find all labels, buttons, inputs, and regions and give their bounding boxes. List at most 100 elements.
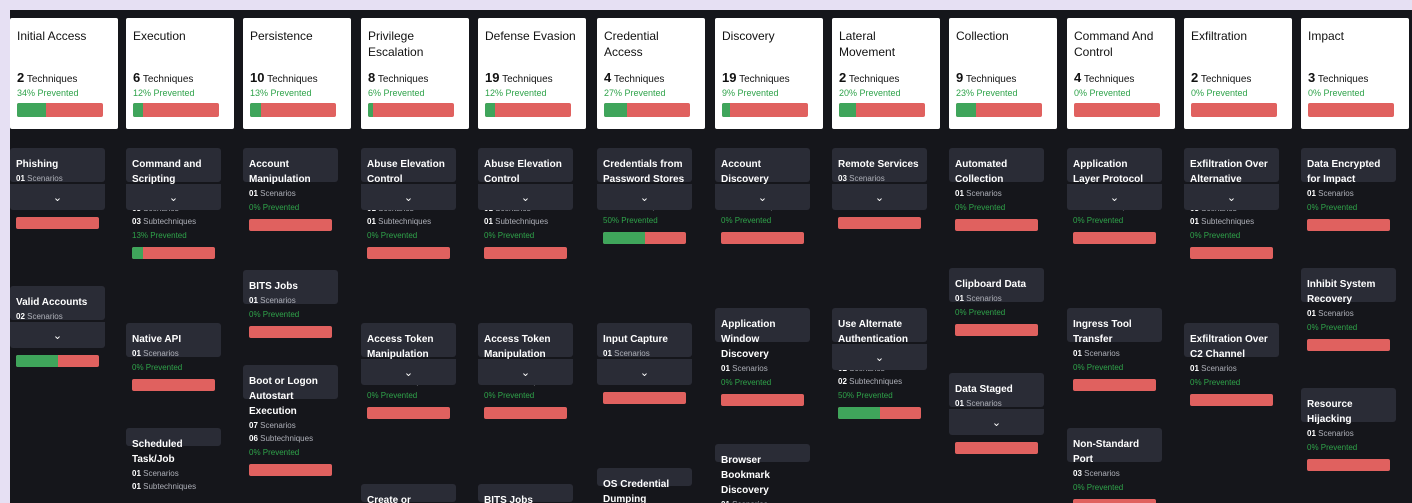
expand-subtechniques-button[interactable]: ⌄ [597, 184, 692, 210]
technique-card[interactable]: Ingress Tool Transfer 01 Scenarios 0% Prev… [1067, 308, 1162, 391]
technique-card[interactable]: Account Manipulation 01 Scenarios 0% Preve… [243, 148, 338, 231]
subtechnique-count-number: 01 [484, 217, 493, 226]
expand-subtechniques-button[interactable]: ⌄ [361, 184, 456, 210]
scenario-count-number: 01 [1307, 189, 1316, 198]
technique-card[interactable]: Resource Hijacking 01 Scenarios 0% Prevent… [1301, 388, 1396, 471]
technique-card[interactable]: Command and Scripting Interpreter65 Scen… [126, 148, 221, 259]
technique-card[interactable]: Application Layer Protocol02 Scenarios01… [1067, 148, 1162, 244]
prevention-bar-fill [603, 232, 645, 244]
technique-count-number: 19 [485, 70, 500, 85]
tactic-header[interactable]: Initial Access 2 Techniques 34% Prevented [10, 18, 118, 129]
technique-card[interactable]: Scheduled Task/Job 01 Scenarios 01 Subtech… [126, 428, 221, 491]
prevention-bar [249, 326, 332, 338]
technique-title: Input Capture [603, 334, 668, 345]
prevented-rate: 0% Prevented [1073, 216, 1124, 225]
expand-subtechniques-button[interactable]: ⌄ [597, 359, 692, 385]
tactic-column: Persistence 10 Techniques 13% Prevented Acc… [243, 18, 351, 476]
technique-title: Account Manipulation [249, 159, 311, 185]
expand-subtechniques-button[interactable]: ⌄ [1067, 184, 1162, 210]
tactic-name: Privilege Escalation [368, 29, 424, 59]
expand-subtechniques-button[interactable]: ⌄ [832, 184, 927, 210]
expand-subtechniques-button[interactable]: ⌄ [10, 322, 105, 348]
technique-card[interactable]: Create or [361, 484, 456, 503]
scenario-count-label: Scenarios [27, 312, 63, 321]
prevented-rate: 0% Prevented [1190, 231, 1241, 240]
technique-count-unit: Techniques [502, 74, 553, 85]
technique-title: Account Discovery [721, 159, 769, 185]
prevented-rate: 0% Prevented [249, 310, 300, 319]
technique-card[interactable]: Exfiltration Over C2 Channel 01 Scenarios… [1184, 323, 1279, 406]
prevention-bar [838, 407, 921, 419]
tactic-header[interactable]: Exfiltration 2 Techniques 0% Prevented [1184, 18, 1292, 129]
tactic-header[interactable]: Credential Access 4 Techniques 27% Prevent… [597, 18, 705, 129]
chevron-down-icon: ⌄ [1109, 191, 1120, 204]
technique-count: 2 Techniques [17, 70, 111, 85]
tactic-header[interactable]: Collection 9 Techniques 23% Prevented [949, 18, 1057, 129]
technique-title: Application Window Discovery [721, 319, 776, 360]
expand-subtechniques-button[interactable]: ⌄ [10, 184, 105, 210]
technique-card[interactable]: Abuse Elevation Control Mechanism01 Scen… [361, 148, 456, 259]
tactic-header[interactable]: Discovery 19 Techniques 9% Prevented [715, 18, 823, 129]
scenario-count-number: 01 [1073, 349, 1082, 358]
tactic-header[interactable]: Privilege Escalation 8 Techniques 6% Preve… [361, 18, 469, 129]
prevention-bar [603, 392, 686, 404]
technique-card[interactable]: Access Token Manipulation01 Scenarios01 … [361, 323, 456, 419]
technique-card[interactable]: Automated Collection 01 Scenarios 0% Preve… [949, 148, 1044, 231]
technique-card[interactable]: Abuse Elevation Control Mechanism01 Scen… [478, 148, 573, 259]
prevented-rate: 0% Prevented [1307, 323, 1358, 332]
technique-card[interactable]: Inhibit System Recovery 01 Scenarios 0% Pr… [1301, 268, 1396, 351]
technique-count-number: 2 [17, 70, 25, 85]
technique-card[interactable]: Native API 01 Scenarios 0% Prevented [126, 323, 221, 391]
technique-card[interactable]: Clipboard Data 01 Scenarios 0% Prevented [949, 268, 1044, 336]
tactic-name: Impact [1308, 29, 1345, 43]
prevention-bar-fill [368, 103, 374, 117]
expand-subtechniques-button[interactable]: ⌄ [1184, 184, 1279, 210]
technique-count-unit: Techniques [1317, 74, 1369, 85]
scenario-count-number: 01 [16, 174, 25, 183]
prevented-rate: 23% Prevented [956, 88, 1018, 98]
technique-count: 9 Techniques [956, 70, 1050, 85]
prevented-rate: 0% Prevented [1191, 88, 1248, 98]
technique-card[interactable]: Valid Accounts02 Scenarios02 Subtechniqu… [10, 286, 105, 367]
prevention-bar [16, 355, 99, 367]
technique-card[interactable]: Account Discovery03 Scenarios02 Subtechn… [715, 148, 810, 244]
expand-subtechniques-button[interactable]: ⌄ [832, 344, 927, 370]
tactic-header[interactable]: Impact 3 Techniques 0% Prevented [1301, 18, 1409, 129]
technique-card[interactable]: BITS Jobs 01 Scenarios 0% Prevented [243, 270, 338, 338]
technique-card[interactable]: Boot or Logon Autostart Execution 07 Scen… [243, 365, 338, 476]
technique-card[interactable]: Use Alternate Authentication Material02 … [832, 308, 927, 419]
technique-title: Automated Collection [955, 159, 1008, 185]
expand-subtechniques-button[interactable]: ⌄ [715, 184, 810, 210]
tactic-header[interactable]: Execution 6 Techniques 12% Prevented [126, 18, 234, 129]
tactic-header[interactable]: Defense Evasion 19 Techniques 12% Prevente… [478, 18, 586, 129]
tactic-header[interactable]: Command And Control 4 Techniques 0% Preven… [1067, 18, 1175, 129]
technique-card[interactable]: BITS Jobs [478, 484, 573, 503]
scenario-count: 01 Scenarios [132, 467, 215, 480]
technique-card[interactable]: Browser Bookmark Discovery 01 Scenarios [715, 444, 810, 503]
technique-card[interactable]: Application Window Discovery 01 Scenarios… [715, 308, 810, 406]
technique-card[interactable]: Phishing01 Scenarios01 Subtechniques0% P… [10, 148, 105, 229]
technique-card[interactable]: Remote Services03 Scenarios01 Subtechniq… [832, 148, 927, 229]
technique-card[interactable]: Exfiltration Over Alternative Protocol03… [1184, 148, 1279, 259]
prevented-rate: 0% Prevented [721, 216, 772, 225]
expand-subtechniques-button[interactable]: ⌄ [478, 359, 573, 385]
technique-card[interactable]: OS Credential Dumping [597, 468, 692, 503]
tactic-header[interactable]: Persistence 10 Techniques 13% Prevented [243, 18, 351, 129]
technique-card[interactable]: Input Capture01 Scenarios01 Subtechnique… [597, 323, 692, 404]
chevron-down-icon: ⌄ [639, 366, 650, 379]
technique-title: Create or [367, 495, 411, 503]
expand-subtechniques-button[interactable]: ⌄ [361, 359, 456, 385]
technique-card[interactable]: Data Staged01 Scenarios01 Subtechniques0… [949, 373, 1044, 454]
subtechnique-count: 01 Subtechniques [1190, 215, 1273, 228]
expand-subtechniques-button[interactable]: ⌄ [126, 184, 221, 210]
technique-card[interactable]: Access Token Manipulation01 Scenarios01 … [478, 323, 573, 419]
tactic-column: Defense Evasion 19 Techniques 12% Prevente… [478, 18, 586, 503]
expand-subtechniques-button[interactable]: ⌄ [949, 409, 1044, 435]
expand-subtechniques-button[interactable]: ⌄ [478, 184, 573, 210]
prevention-bar [721, 232, 804, 244]
technique-card[interactable]: Credentials from Password Stores02 Scena… [597, 148, 692, 244]
technique-card[interactable]: Non-Standard Port 03 Scenarios 0% Prevente… [1067, 428, 1162, 503]
technique-title: Scheduled Task/Job [132, 439, 183, 465]
tactic-header[interactable]: Lateral Movement 2 Techniques 20% Prevente… [832, 18, 940, 129]
technique-card[interactable]: Data Encrypted for Impact 01 Scenarios 0% … [1301, 148, 1396, 231]
